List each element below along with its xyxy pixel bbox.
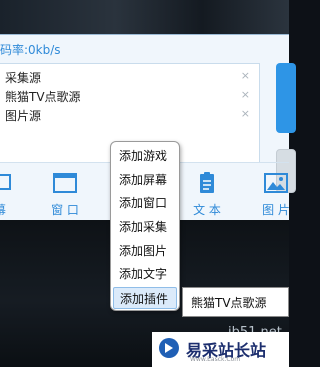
list-item[interactable]: 熊猫TV点歌源 × bbox=[0, 86, 258, 106]
tool-window[interactable]: 窗 口 bbox=[45, 163, 85, 222]
bitrate-label: 码率:0kb/s bbox=[0, 43, 61, 57]
close-icon[interactable]: × bbox=[241, 69, 250, 82]
tooltip-text: 熊猫TV点歌源 bbox=[191, 296, 267, 310]
image-icon bbox=[264, 173, 288, 193]
menu-item-add-capture[interactable]: 添加采集 bbox=[113, 216, 177, 238]
menu-item-add-screen[interactable]: 添加屏幕 bbox=[113, 169, 177, 191]
source-label: 采集源 bbox=[5, 71, 42, 85]
source-label: 熊猫TV点歌源 bbox=[5, 90, 81, 104]
source-label: 图片源 bbox=[5, 109, 42, 123]
brand-logo-icon bbox=[159, 338, 179, 358]
list-item[interactable]: 采集源 × bbox=[0, 67, 258, 87]
tool-label: 窗 口 bbox=[51, 203, 79, 217]
window-icon bbox=[53, 173, 77, 193]
tool-text[interactable]: 文 本 bbox=[187, 163, 227, 222]
text-document-icon bbox=[200, 172, 214, 193]
menu-item-add-plugin[interactable]: 添加插件 bbox=[113, 287, 177, 309]
monitor-icon bbox=[0, 174, 11, 190]
list-item[interactable]: 图片源 × bbox=[0, 105, 258, 125]
close-icon[interactable]: × bbox=[241, 107, 250, 120]
menu-item-add-text[interactable]: 添加文字 bbox=[113, 263, 177, 285]
primary-side-button[interactable] bbox=[276, 63, 296, 133]
menu-item-add-game[interactable]: 添加游戏 bbox=[113, 145, 177, 167]
tool-label: 文 本 bbox=[193, 203, 221, 217]
add-source-context-menu: 添加游戏 添加屏幕 添加窗口 添加采集 添加图片 添加文字 添加插件 bbox=[110, 141, 180, 311]
tool-label: 图 片 bbox=[262, 203, 290, 217]
menu-item-add-window[interactable]: 添加窗口 bbox=[113, 192, 177, 214]
background-video-top bbox=[0, 0, 289, 34]
tool-screen[interactable]: 幕 bbox=[0, 163, 20, 222]
source-tooltip: 熊猫TV点歌源 bbox=[182, 287, 289, 317]
tool-image[interactable]: 图 片 bbox=[256, 163, 296, 222]
watermark-url: Www.Easck.Com bbox=[190, 356, 241, 363]
close-icon[interactable]: × bbox=[241, 88, 250, 101]
tool-label: 幕 bbox=[0, 201, 20, 218]
menu-item-add-image[interactable]: 添加图片 bbox=[113, 240, 177, 262]
